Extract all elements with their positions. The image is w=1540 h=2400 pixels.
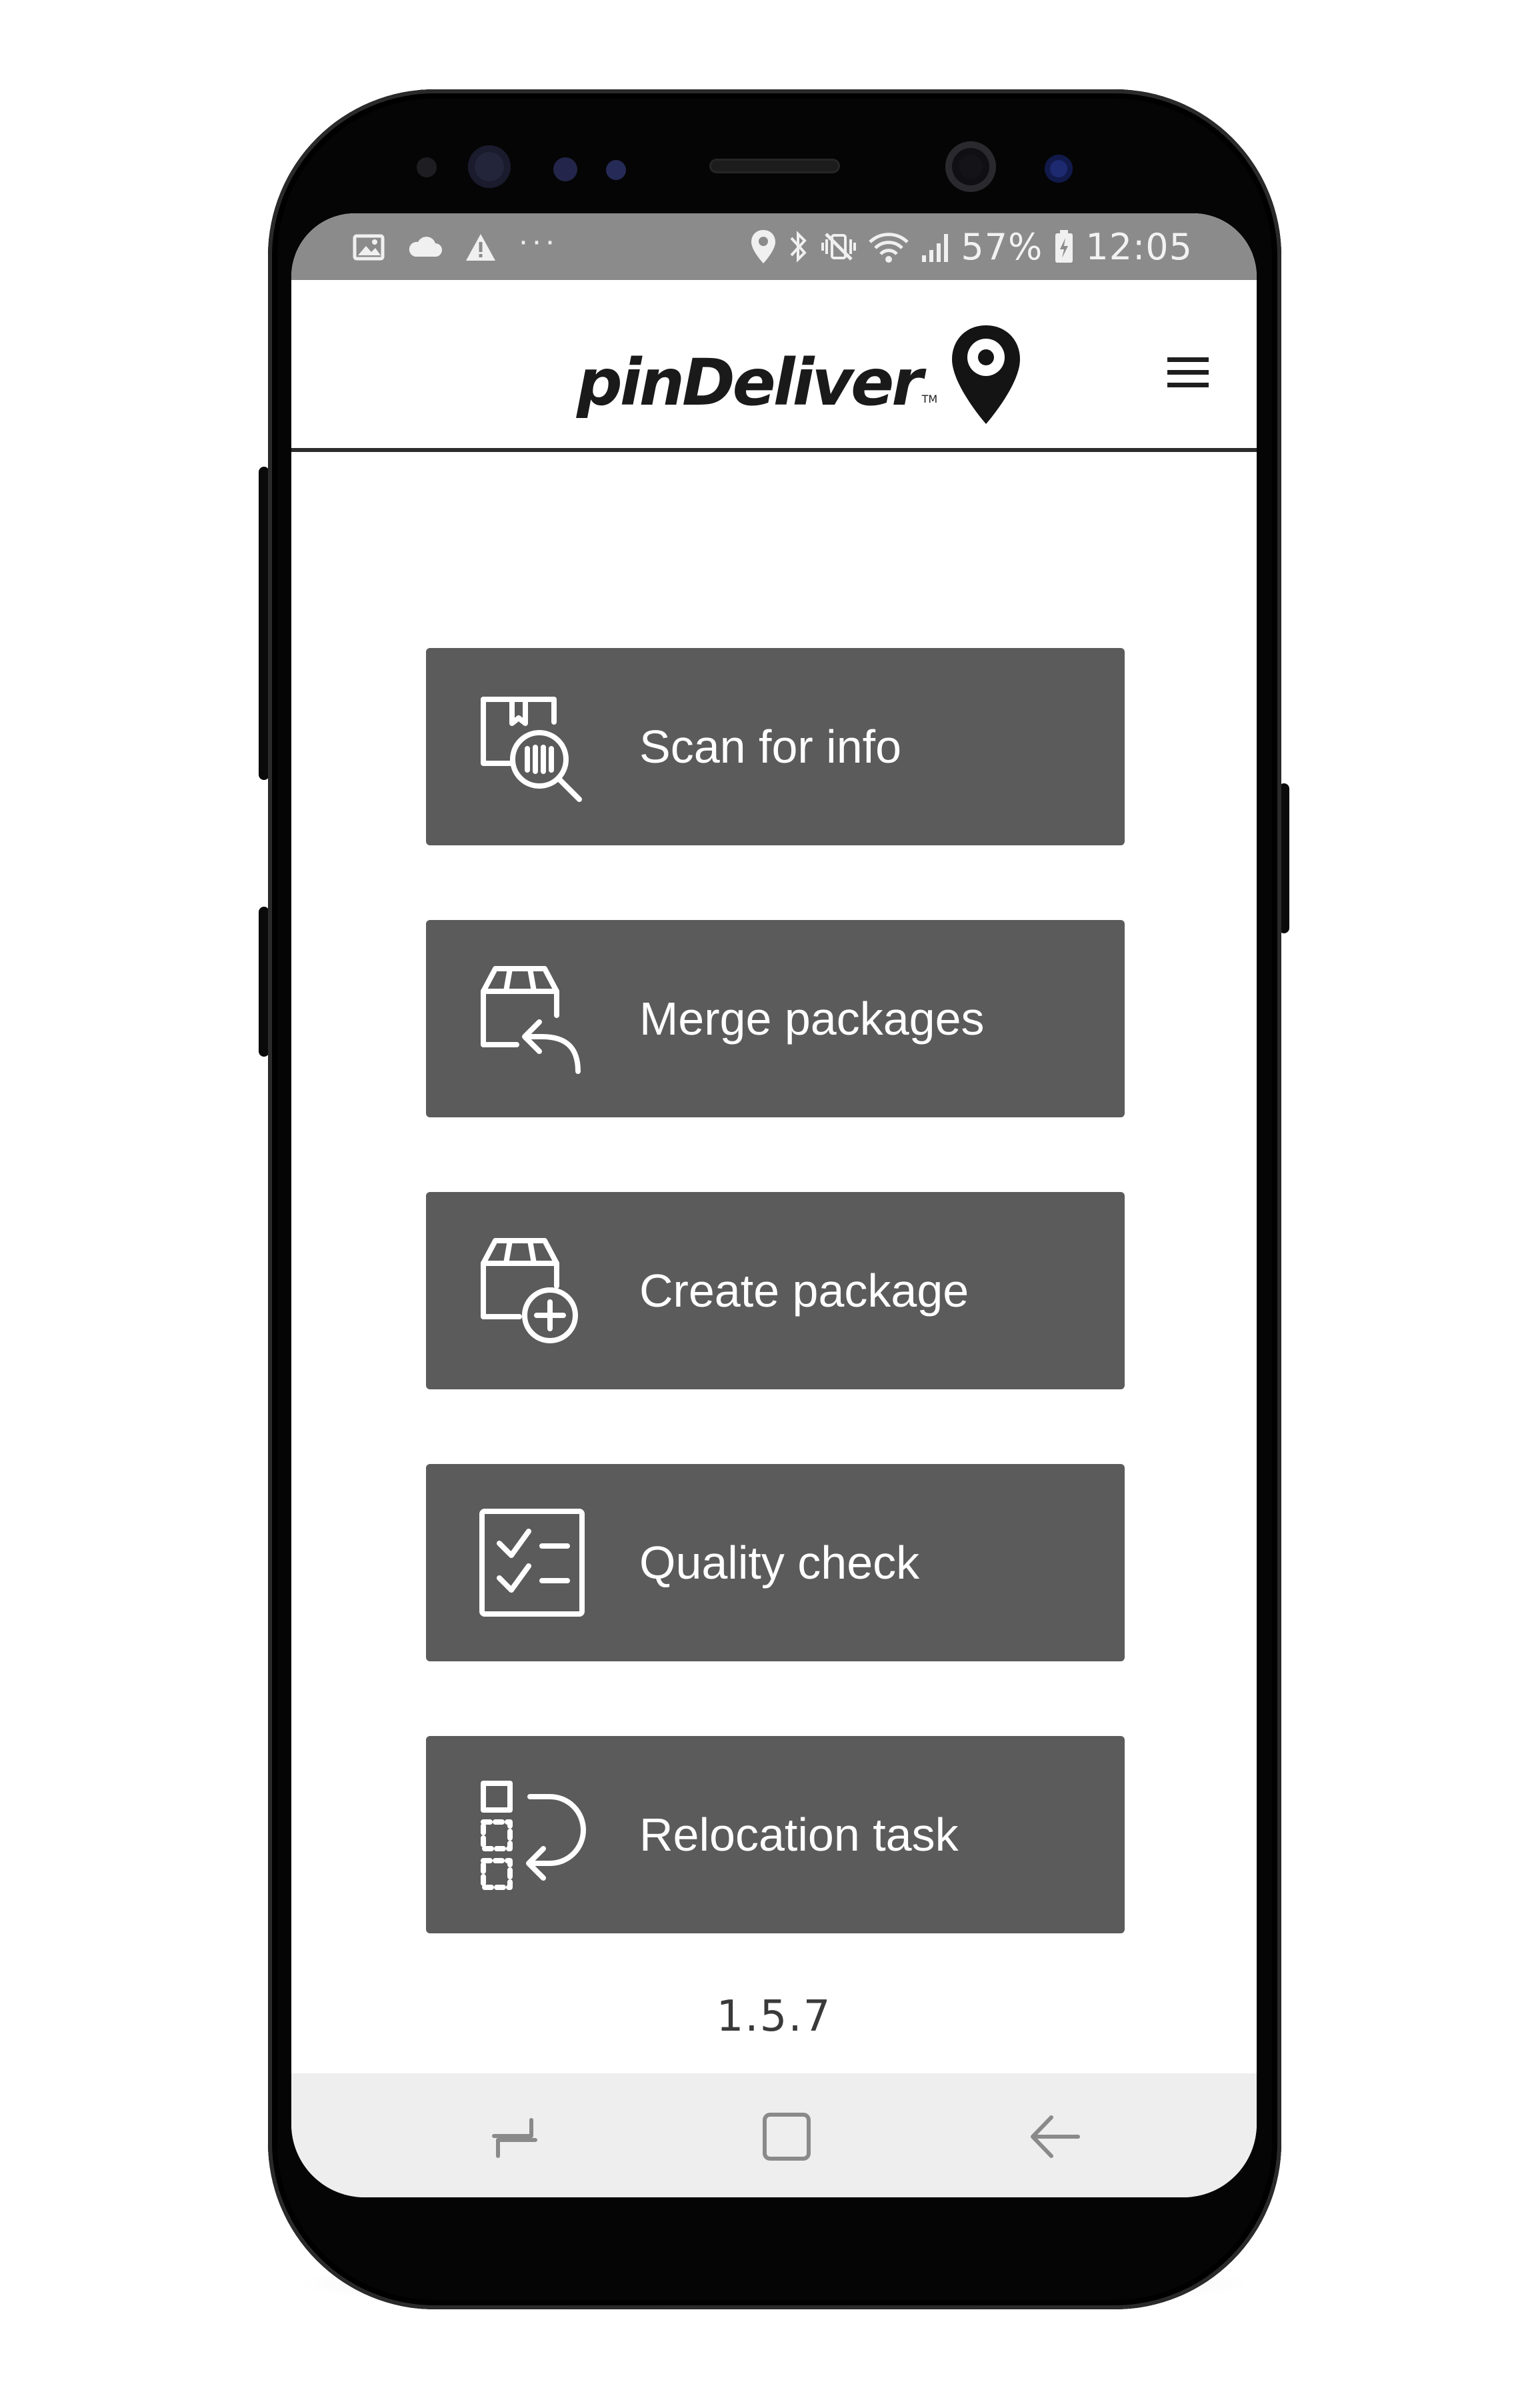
recent-apps-icon[interactable] <box>478 2100 551 2173</box>
menu-item-label: Quality check <box>639 1537 920 1589</box>
more-notifications-icon: ··· <box>518 223 558 259</box>
clock: 12:05 <box>1085 225 1193 268</box>
menu-item-label: Relocation task <box>639 1809 959 1861</box>
earpiece-speaker <box>709 159 840 173</box>
checklist-icon <box>479 1509 585 1617</box>
notification-icons: ··· <box>353 225 558 265</box>
pindeliver-logo: pinDeliver TM <box>577 320 1023 427</box>
proximity-sensor <box>417 157 437 177</box>
quality-check-button[interactable]: Quality check <box>426 1464 1125 1661</box>
location-icon <box>751 230 776 263</box>
merge-packages-button[interactable]: Merge packages <box>426 920 1125 1117</box>
battery-percentage: 57% <box>961 225 1043 268</box>
light-sensor <box>553 157 577 181</box>
map-pin-icon <box>952 325 1021 424</box>
signal-icon <box>922 234 949 262</box>
logo-text: pinDeliver <box>577 345 923 420</box>
warning-icon <box>466 234 495 261</box>
status-bar: ··· 57% 12:05 <box>291 213 1257 280</box>
wifi-icon <box>869 233 909 263</box>
iris-scanner <box>468 145 511 188</box>
merge-packages-icon <box>481 966 581 1074</box>
hamburger-menu-icon[interactable] <box>1163 349 1213 396</box>
app-header: pinDeliver TM <box>291 280 1257 452</box>
relocation-task-button[interactable]: Relocation task <box>426 1736 1125 1933</box>
cloud-icon <box>409 237 442 257</box>
menu-item-label: Create package <box>639 1265 969 1317</box>
scan-package-icon <box>481 697 582 802</box>
gallery-icon <box>353 234 385 261</box>
logo-trademark: TM <box>921 393 938 405</box>
vibrate-mute-icon <box>821 233 857 261</box>
menu-item-label: Merge packages <box>639 993 985 1045</box>
battery-icon <box>1055 230 1073 263</box>
bluetooth-icon <box>790 231 807 263</box>
ir-sensor <box>606 160 626 180</box>
iris-camera <box>1045 155 1073 183</box>
phone-screen: ··· 57% 12:05 pinDeliver TM Scan for inf… <box>291 213 1257 2197</box>
front-camera <box>945 141 996 192</box>
create-package-button[interactable]: Create package <box>426 1192 1125 1389</box>
android-navigation-bar <box>291 2073 1257 2197</box>
menu-item-label: Scan for info <box>639 721 901 773</box>
app-version: 1.5.7 <box>716 1992 832 2041</box>
back-icon[interactable] <box>1018 2100 1091 2173</box>
create-package-icon <box>481 1238 578 1343</box>
system-status-icons: 57% 12:05 <box>750 225 1193 268</box>
relocation-icon <box>481 1781 586 1890</box>
scan-for-info-button[interactable]: Scan for info <box>426 648 1125 845</box>
home-icon[interactable] <box>750 2100 823 2173</box>
